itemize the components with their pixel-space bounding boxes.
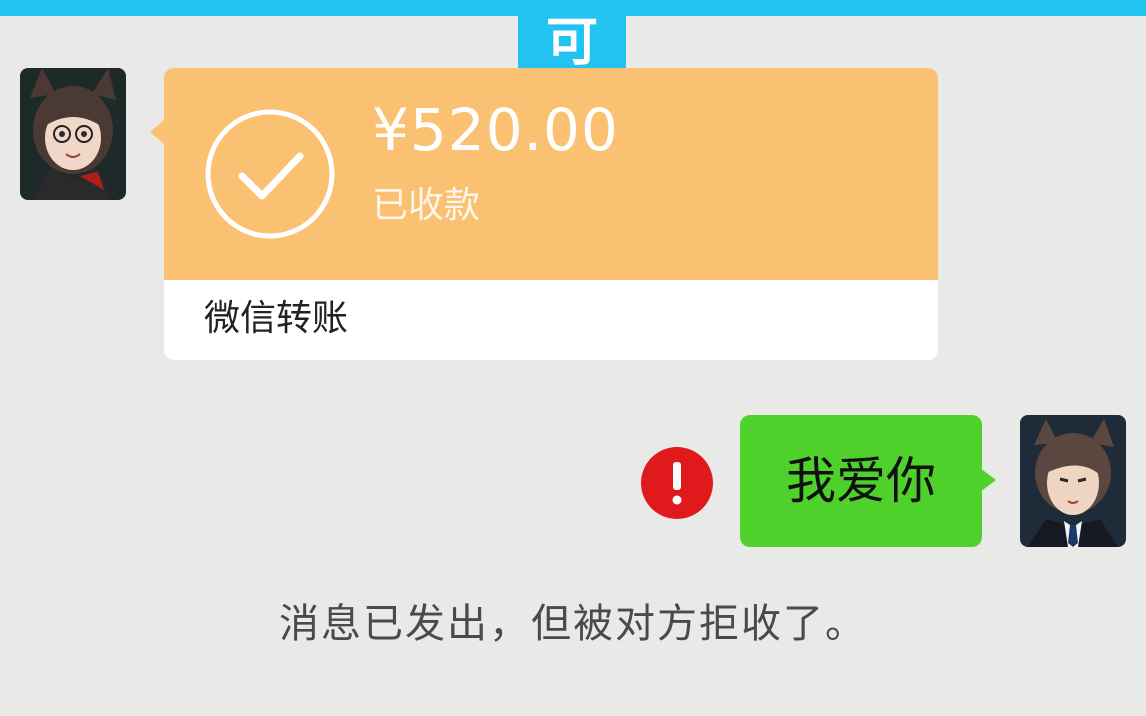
self-avatar[interactable] [1020,415,1126,547]
transfer-status: 已收款 [372,185,481,226]
sender-avatar[interactable] [20,68,126,200]
boy-avatar-image [1020,415,1126,547]
transfer-amount: ¥520.00 [372,96,619,164]
girl-avatar-image [20,68,126,200]
transfer-card[interactable]: ¥520.00 已收款 微信转账 [164,68,938,360]
check-circle-icon [205,109,335,239]
transfer-card-tail [150,120,164,144]
message-bubble-tail [980,468,996,492]
chat-screen: 可 ¥520.00 已收款 微信转账 我爱你 消息已发出，但被对方拒收了。 [0,0,1146,716]
system-notice: 消息已发出，但被对方拒收了。 [279,601,867,647]
message-bubble[interactable]: 我爱你 [740,415,982,547]
transfer-label: 微信转账 [204,298,349,339]
transfer-card-header: ¥520.00 已收款 [164,68,938,280]
exclamation-circle-icon[interactable] [640,446,714,520]
